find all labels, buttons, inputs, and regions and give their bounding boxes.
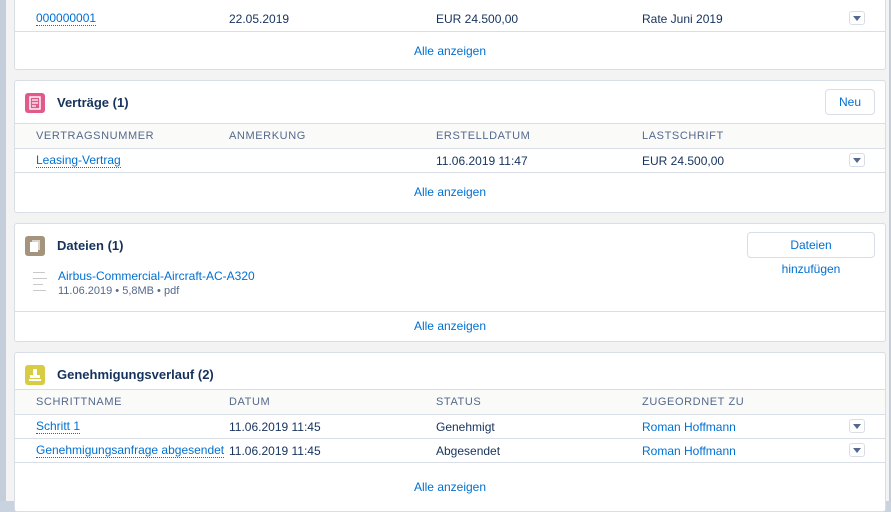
- row-menu-chevron-icon[interactable]: [849, 443, 865, 457]
- card-title: Genehmigungsverlauf (2): [57, 367, 214, 382]
- column-header[interactable]: ANMERKUNG: [229, 130, 306, 142]
- card-count: (1): [112, 95, 129, 110]
- add-files-button[interactable]: Dateien hinzufügen: [747, 232, 875, 276]
- card-header: Verträge (1) Neu: [15, 81, 885, 121]
- card-title: Dateien (1): [57, 238, 123, 253]
- approvals-card: Genehmigungsverlauf (2) SCHRITTNAME DATU…: [14, 352, 886, 512]
- table-row: 000000001 22.05.2019 EUR 24.500,00 Rate …: [15, 7, 885, 32]
- table-row: Leasing-Vertrag 11.06.2019 11:47 EUR 24.…: [15, 149, 885, 173]
- files-card: Dateien (1) Dateien hinzufügen Airbus-Co…: [14, 223, 886, 342]
- payment-number-link[interactable]: 000000001: [36, 12, 97, 26]
- approval-step-link[interactable]: Genehmigungsanfrage abgesendet: [36, 444, 225, 458]
- show-all-link[interactable]: Alle anzeigen: [15, 174, 885, 212]
- card-count: (1): [107, 238, 124, 253]
- table-row: Genehmigungsanfrage abgesendet 11.06.201…: [15, 439, 885, 463]
- approval-icon: [25, 365, 45, 385]
- row-menu-chevron-icon[interactable]: [849, 153, 865, 167]
- column-header[interactable]: STATUS: [436, 396, 481, 408]
- approval-assigned-link[interactable]: Roman Hoffmann: [642, 420, 736, 434]
- row-menu-chevron-icon[interactable]: [849, 11, 865, 25]
- column-header[interactable]: VERTRAGSNUMMER: [36, 130, 154, 142]
- table-header: VERTRAGSNUMMER ANMERKUNG ERSTELLDATUM LA…: [15, 123, 885, 149]
- left-border: [0, 0, 6, 501]
- show-all-link[interactable]: Alle anzeigen: [15, 311, 885, 341]
- show-all-link[interactable]: Alle anzeigen: [15, 475, 885, 499]
- table-header: SCHRITTNAME DATUM STATUS ZUGEORDNET ZU: [15, 389, 885, 415]
- payment-date: 22.05.2019: [229, 12, 290, 26]
- approval-date: 11.06.2019 11:45: [229, 444, 321, 458]
- column-header[interactable]: LASTSCHRIFT: [642, 130, 724, 142]
- card-title-text[interactable]: Verträge: [57, 95, 109, 110]
- show-all-link[interactable]: Alle anzeigen: [15, 33, 885, 69]
- row-menu-chevron-icon[interactable]: [849, 419, 865, 433]
- column-header[interactable]: ERSTELLDATUM: [436, 130, 530, 142]
- approval-status: Abgesendet: [436, 444, 501, 458]
- approval-step-link[interactable]: Schritt 1: [36, 420, 81, 434]
- card-title: Verträge (1): [57, 95, 129, 110]
- approval-date: 11.06.2019 11:45: [229, 420, 321, 434]
- contract-created: 11.06.2019 11:47: [436, 154, 528, 168]
- file-item: Airbus-Commercial-Aircraft-AC-A320 11.06…: [15, 264, 885, 310]
- card-title-text[interactable]: Genehmigungsverlauf: [57, 367, 194, 382]
- contract-debit: EUR 24.500,00: [642, 154, 725, 168]
- approval-status: Genehmigt: [436, 420, 495, 434]
- contract-icon: [25, 93, 45, 113]
- file-name-link[interactable]: Airbus-Commercial-Aircraft-AC-A320: [58, 269, 255, 283]
- payment-amount: EUR 24.500,00: [436, 12, 519, 26]
- payments-card: 000000001 22.05.2019 EUR 24.500,00 Rate …: [14, 0, 886, 70]
- table-row: Schritt 1 11.06.2019 11:45 Genehmigt Rom…: [15, 415, 885, 439]
- column-header[interactable]: SCHRITTNAME: [36, 396, 122, 408]
- column-header[interactable]: ZUGEORDNET ZU: [642, 396, 744, 408]
- contracts-card: Verträge (1) Neu VERTRAGSNUMMER ANMERKUN…: [14, 80, 886, 213]
- new-button[interactable]: Neu: [825, 89, 875, 115]
- card-header: Dateien (1) Dateien hinzufügen: [15, 224, 885, 276]
- contract-number-link[interactable]: Leasing-Vertrag: [36, 154, 121, 168]
- page-background: 000000001 22.05.2019 EUR 24.500,00 Rate …: [0, 0, 891, 512]
- approval-assigned-link[interactable]: Roman Hoffmann: [642, 444, 736, 458]
- file-thumbnail-icon[interactable]: [31, 270, 49, 292]
- payment-description: Rate Juni 2019: [642, 12, 723, 26]
- card-header: Genehmigungsverlauf (2): [15, 353, 885, 393]
- files-icon: [25, 236, 45, 256]
- column-header[interactable]: DATUM: [229, 396, 270, 408]
- file-meta: 11.06.2019 • 5,8MB • pdf: [58, 285, 180, 297]
- card-count: (2): [197, 367, 214, 382]
- card-title-text[interactable]: Dateien: [57, 238, 104, 253]
